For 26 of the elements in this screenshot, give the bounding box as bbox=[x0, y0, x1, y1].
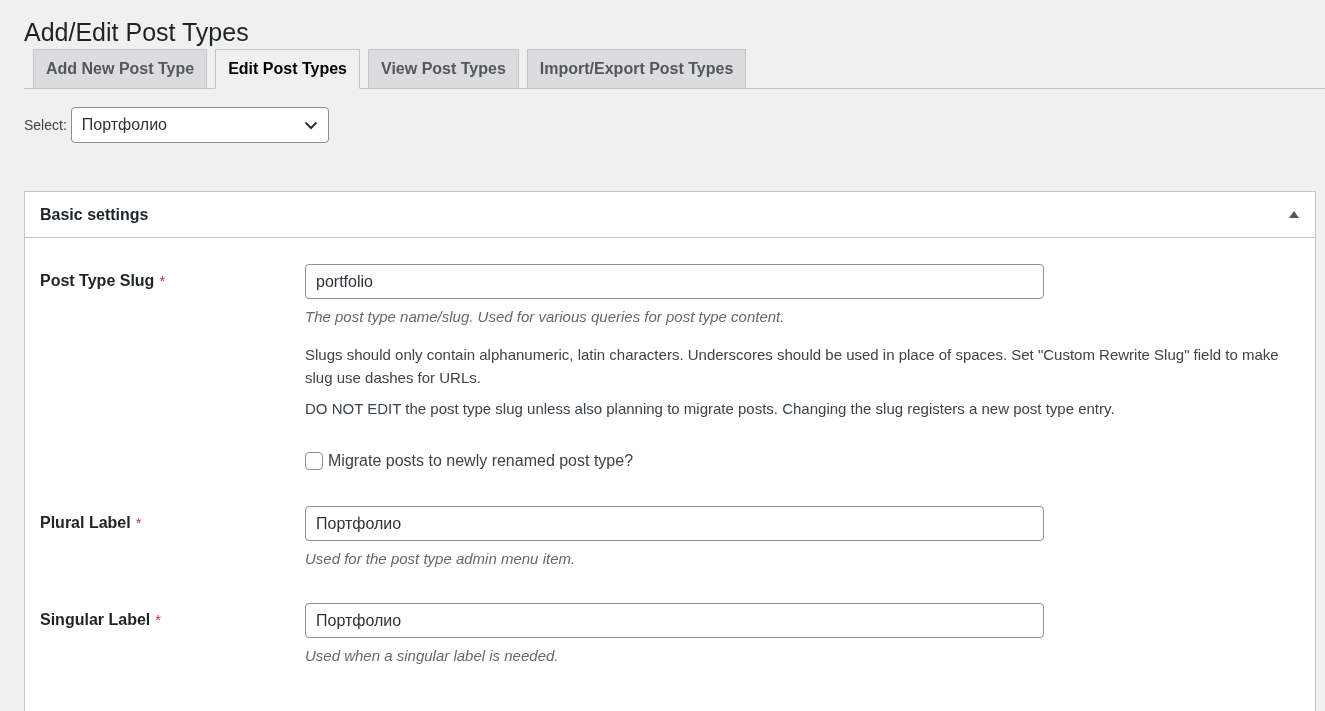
post-type-select[interactable]: Портфолио bbox=[70, 107, 329, 143]
tab[interactable]: View Post Types bbox=[368, 49, 519, 89]
chevron-down-icon bbox=[303, 120, 318, 130]
tab[interactable]: Import/Export Post Types bbox=[526, 49, 747, 89]
text-field[interactable]: Портфолио bbox=[305, 506, 1044, 541]
page-title: Add/Edit Post Types bbox=[24, 17, 250, 48]
select-label: Select: bbox=[24, 117, 67, 133]
field-description: Used when a singular label is needed. bbox=[305, 647, 560, 664]
field-label: Plural Label bbox=[40, 514, 131, 531]
note-text: Slugs should only contain alphanumeric, latin characters. Underscores should be used in place of spaces. Set "Custom Rewrite Slug" field to make slug use dashes for URLs. bbox=[305, 345, 1280, 388]
required-mark: * bbox=[155, 611, 162, 628]
field-description: Used for the post type admin menu item. bbox=[305, 550, 577, 567]
tab[interactable]: Add New Post Type bbox=[33, 49, 208, 89]
checkbox-label[interactable]: Migrate posts to newly renamed post type? bbox=[328, 452, 634, 470]
required-mark: * bbox=[159, 272, 166, 289]
collapse-triangle-icon[interactable] bbox=[1289, 211, 1299, 218]
text-field[interactable]: Портфолио bbox=[305, 603, 1044, 638]
required-mark: * bbox=[135, 514, 142, 531]
checkbox[interactable] bbox=[305, 452, 323, 470]
field-label: Singular Label bbox=[40, 611, 151, 628]
field-label: Post Type Slug bbox=[40, 272, 155, 289]
field-description: The post type name/slug. Used for various queries for post type content. bbox=[305, 308, 786, 325]
text-field[interactable]: portfolio bbox=[305, 264, 1044, 299]
panel-title: Basic settings bbox=[40, 205, 149, 224]
tab[interactable]: Edit Post Types bbox=[215, 49, 360, 89]
note-text: DO NOT EDIT the post type slug unless also planning to migrate posts. Changing the slug registers a new post type entry. bbox=[305, 399, 1116, 419]
